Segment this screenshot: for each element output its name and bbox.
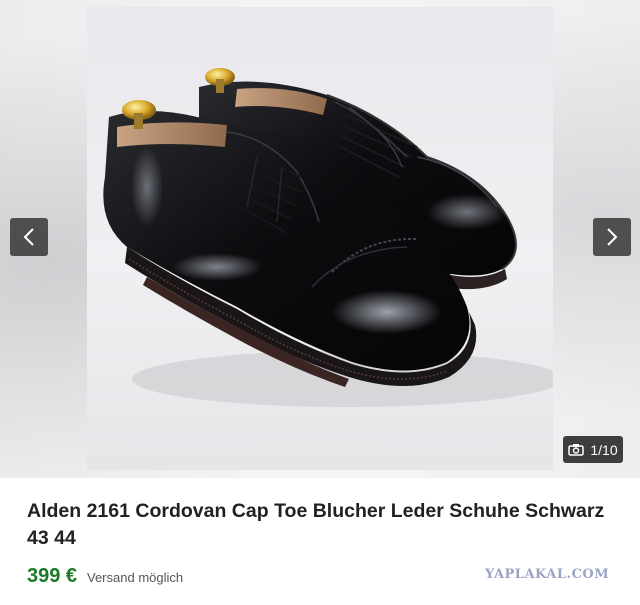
image-gallery[interactable]: 1/10 [0,0,640,478]
image-counter-text: 1/10 [590,441,618,458]
product-photo[interactable] [87,7,553,470]
chevron-left-icon [23,228,34,246]
shipping-info: Versand möglich [87,570,184,585]
site-watermark: YAPLAKAL.COM [485,567,610,582]
previous-image-button[interactable] [10,218,48,256]
camera-icon [568,444,585,456]
image-counter: 1/10 [563,436,623,463]
chevron-right-icon [607,228,618,246]
next-image-button[interactable] [593,218,631,256]
listing-price: 399 € [27,565,78,587]
listing-title[interactable]: Alden 2161 Cordovan Cap Toe Blucher Lede… [27,498,617,552]
listing-info: Alden 2161 Cordovan Cap Toe Blucher Lede… [8,481,632,603]
shoe-photo-illustration [103,68,553,407]
